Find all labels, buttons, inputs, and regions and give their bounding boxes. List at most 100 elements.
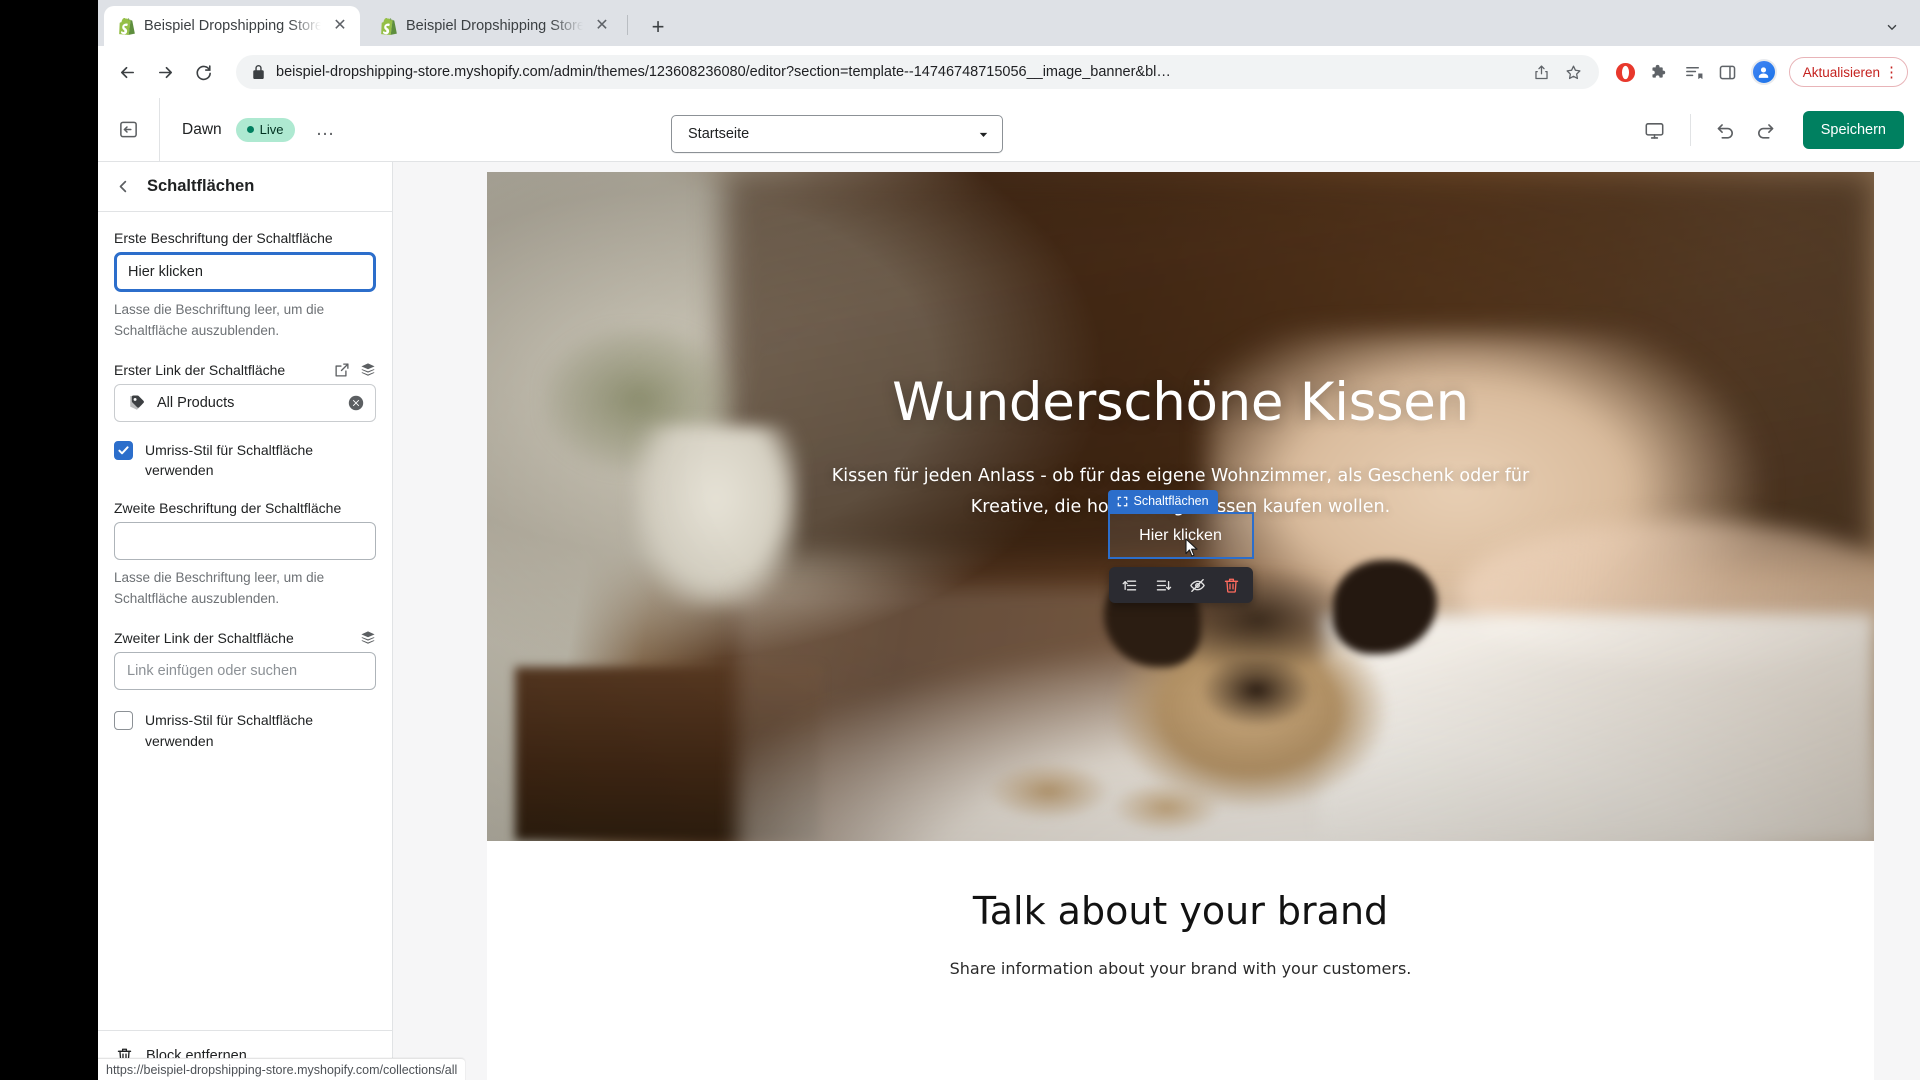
checkbox-checked-icon[interactable] xyxy=(114,440,133,460)
section2-title: Talk about your brand xyxy=(972,889,1389,933)
puzzle-extension-icon[interactable] xyxy=(1645,57,1675,87)
block-select-icon xyxy=(1117,496,1128,507)
selected-block-overlay: Schaltflächen Hier klicken xyxy=(1107,490,1254,603)
close-icon[interactable]: ✕ xyxy=(592,16,612,36)
page-selector[interactable]: Startseite xyxy=(671,115,1003,153)
editor-topbar: Dawn Live … Startseite Speichern xyxy=(98,97,1920,162)
label-text: Zweiter Link der Schaltfläche xyxy=(114,630,294,647)
browser-tab-1[interactable]: Beispiel Dropshipping Store · D ✕ xyxy=(104,6,360,46)
close-icon[interactable]: ✕ xyxy=(330,16,350,36)
field-label: Erste Beschriftung der Schaltfläche xyxy=(114,230,376,246)
label-action-icons xyxy=(352,630,376,646)
tag-icon xyxy=(127,393,146,412)
tab-title: Beispiel Dropshipping Store · D xyxy=(144,18,321,34)
desktop-icon[interactable] xyxy=(1636,111,1674,149)
tab-strip: Beispiel Dropshipping Store · D ✕ Beispi… xyxy=(98,0,1920,46)
kebab-menu-icon[interactable]: ⋮ xyxy=(1882,65,1901,80)
toolbar-divider xyxy=(1689,114,1691,146)
opera-extension-icon[interactable] xyxy=(1611,57,1641,87)
undo-icon[interactable] xyxy=(1707,111,1745,149)
shopify-icon xyxy=(118,17,135,35)
second-button-link-input[interactable]: Link einfügen oder suchen xyxy=(114,652,376,691)
block-toolbar xyxy=(1108,567,1253,603)
banner-heading: Wunderschöne Kissen xyxy=(892,372,1469,433)
checkbox-label: Umriss-Stil für Schaltfläche verwenden xyxy=(145,441,314,479)
field-first-button-label: Erste Beschriftung der Schaltfläche Hier… xyxy=(114,230,376,342)
theme-more-menu-button[interactable]: … xyxy=(311,115,341,145)
input-value: Hier klicken xyxy=(128,264,203,280)
second-outline-checkbox-row[interactable]: Umriss-Stil für Schaltfläche verwenden xyxy=(114,710,376,751)
help-text: Lasse die Beschriftung leer, um die Scha… xyxy=(114,302,325,338)
theme-name: Dawn xyxy=(182,120,222,138)
address-bar[interactable]: beispiel-dropshipping-store.myshopify.co… xyxy=(236,55,1599,89)
banner-button-label: Hier klicken xyxy=(1139,526,1222,544)
browser-toolbar: beispiel-dropshipping-store.myshopify.co… xyxy=(98,46,1920,98)
arrow-forward-icon[interactable] xyxy=(148,55,182,89)
save-button[interactable]: Speichern xyxy=(1802,111,1904,149)
selected-button-block[interactable]: Hier klicken xyxy=(1107,512,1254,559)
label-text: Zweite Beschriftung der Schaltfläche xyxy=(114,500,342,517)
update-button[interactable]: Aktualisieren ⋮ xyxy=(1788,57,1908,87)
image-banner-section[interactable]: Wunderschöne Kissen Kissen für jeden Anl… xyxy=(487,172,1874,841)
selected-block-tag[interactable]: Schaltflächen xyxy=(1107,490,1218,512)
second-button-label-input[interactable] xyxy=(114,522,376,561)
move-up-icon[interactable] xyxy=(1113,570,1147,600)
collection-stack-icon[interactable] xyxy=(360,362,376,378)
page-title: Schaltflächen xyxy=(147,177,255,195)
live-badge-label: Live xyxy=(259,122,284,137)
star-icon[interactable] xyxy=(1563,64,1585,81)
status-bar: https://beispiel-dropshipping-store.mysh… xyxy=(98,1058,466,1080)
side-panel-icon[interactable] xyxy=(1713,57,1743,87)
update-button-label: Aktualisieren xyxy=(1802,64,1880,80)
help-text: Lasse die Beschriftung leer, um die Scha… xyxy=(114,570,325,607)
first-button-link-input[interactable]: All Products xyxy=(114,383,376,422)
live-dot-icon xyxy=(246,126,254,133)
link-value: All Products xyxy=(157,394,235,411)
chevron-down-icon[interactable] xyxy=(1878,13,1906,41)
field-second-button-link: Zweiter Link der Schaltfläche Link einfü… xyxy=(114,630,376,691)
new-tab-button[interactable]: + xyxy=(643,12,673,42)
field-label: Zweite Beschriftung der Schaltfläche xyxy=(114,500,376,516)
first-button-label-input[interactable]: Hier klicken xyxy=(114,252,376,292)
field-label: Zweiter Link der Schaltfläche xyxy=(114,630,376,646)
browser-tab-2[interactable]: Beispiel Dropshipping Store · B ✕ xyxy=(366,6,622,46)
theme-preview: Wunderschöne Kissen Kissen für jeden Anl… xyxy=(393,162,1920,1080)
share-icon[interactable] xyxy=(1531,64,1553,81)
redo-icon[interactable] xyxy=(1747,111,1785,149)
shopify-theme-editor: Dawn Live … Startseite Speichern Schaltf… xyxy=(98,97,1920,1080)
profile-avatar[interactable] xyxy=(1750,59,1777,85)
exit-editor-icon[interactable] xyxy=(98,97,160,162)
external-link-icon[interactable] xyxy=(334,362,350,378)
delete-icon[interactable] xyxy=(1215,570,1249,600)
page-selector-value: Startseite xyxy=(688,126,750,142)
tab-divider xyxy=(627,15,628,35)
label-text: Erster Link der Schaltfläche xyxy=(114,361,286,378)
sidebar-body: Erste Beschriftung der Schaltfläche Hier… xyxy=(98,212,392,1030)
field-second-button-label: Zweite Beschriftung der Schaltfläche Las… xyxy=(114,500,376,610)
screen: Beispiel Dropshipping Store · D ✕ Beispi… xyxy=(0,0,1920,1080)
chevron-down-icon xyxy=(977,128,990,141)
checkbox-unchecked-icon[interactable] xyxy=(114,711,133,731)
reload-icon[interactable] xyxy=(186,55,220,89)
label-text: Erste Beschriftung der Schaltfläche xyxy=(114,230,333,246)
reading-list-icon[interactable] xyxy=(1679,57,1709,87)
browser-window: Beispiel Dropshipping Store · D ✕ Beispi… xyxy=(98,0,1920,1080)
lock-icon xyxy=(252,65,266,79)
hide-eye-icon[interactable] xyxy=(1181,570,1215,600)
rich-text-section[interactable]: Talk about your brand Share information … xyxy=(487,841,1874,978)
input-placeholder: Link einfügen oder suchen xyxy=(127,663,298,680)
clear-circle-icon[interactable] xyxy=(347,394,365,412)
arrow-back-icon[interactable] xyxy=(110,55,144,89)
url-text: beispiel-dropshipping-store.myshopify.co… xyxy=(276,64,1171,80)
status-badge: Live xyxy=(235,117,295,142)
editor-topbar-right: Speichern xyxy=(1636,98,1904,162)
banner-subheading-line1: Kissen für jeden Anlass - ob für das eig… xyxy=(831,466,1530,486)
tab-title: Beispiel Dropshipping Store · B xyxy=(406,18,583,34)
first-outline-checkbox-row[interactable]: Umriss-Stil für Schaltfläche verwenden xyxy=(114,440,376,481)
chevron-left-icon[interactable] xyxy=(116,179,131,194)
move-down-icon[interactable] xyxy=(1147,570,1181,600)
mouse-cursor-icon xyxy=(1184,538,1201,558)
label-action-icons xyxy=(326,362,376,378)
field-first-button-link: Erster Link der Schaltfläche All Product… xyxy=(114,362,376,422)
collection-stack-icon[interactable] xyxy=(360,630,376,646)
